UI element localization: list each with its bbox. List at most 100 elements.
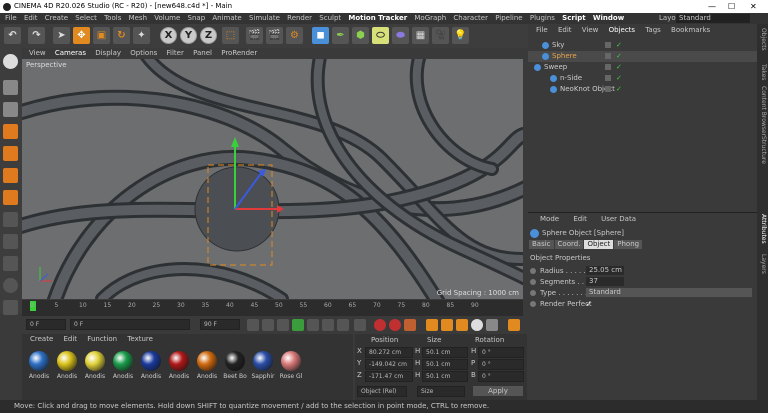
enable-axis-icon[interactable] — [3, 212, 18, 227]
right-tab-objects[interactable]: Objects — [758, 28, 767, 51]
object-list-item[interactable]: Sweep ✓ — [528, 62, 757, 73]
enabled-check-icon[interactable]: ✓ — [616, 51, 622, 62]
light-icon[interactable]: 💡 — [452, 27, 469, 44]
keyframe-selection-icon[interactable] — [404, 319, 416, 331]
right-tab-attributes[interactable]: Attributes — [758, 214, 767, 244]
loop-icon[interactable] — [354, 319, 366, 331]
model-mode-icon[interactable] — [3, 80, 18, 95]
menu-tools[interactable]: Tools — [104, 14, 121, 22]
menu-window[interactable]: Window — [593, 14, 624, 22]
scale-tool-icon[interactable]: ▣ — [93, 27, 110, 44]
material-swatch[interactable]: Rose Gl — [278, 351, 304, 385]
size-field[interactable]: 50.1 cm — [422, 347, 468, 358]
render-perfect-checkbox[interactable]: ✓ — [586, 299, 592, 309]
texture-mode-icon[interactable] — [3, 102, 18, 117]
object-menu-bookmarks[interactable]: Bookmarks — [671, 26, 710, 34]
rotate-tool-icon[interactable]: ↻ — [113, 27, 130, 44]
record-rotation-icon[interactable] — [456, 319, 468, 331]
object-menu-view[interactable]: View — [582, 26, 599, 34]
cube-primitive-icon[interactable]: ◼ — [312, 27, 329, 44]
previous-key-icon[interactable] — [262, 319, 274, 331]
object-menu-file[interactable]: File — [536, 26, 548, 34]
render-view-icon[interactable]: 🎬 — [246, 27, 263, 44]
render-settings-icon[interactable]: ⚙ — [286, 27, 303, 44]
subdivision-icon[interactable]: ⬢ — [352, 27, 369, 44]
object-menu-tags[interactable]: Tags — [645, 26, 661, 34]
scene-floor-icon[interactable]: ▦ — [412, 27, 429, 44]
object-menu-edit[interactable]: Edit — [558, 26, 572, 34]
material-swatch[interactable]: Anodis — [194, 351, 220, 385]
3d-viewport[interactable]: Perspective Grid Spacing : 1000 cm — [22, 59, 523, 299]
right-tab-structure[interactable]: Structure — [758, 136, 767, 164]
type-anim-dot[interactable] — [530, 290, 536, 296]
start-frame-field[interactable]: 0 F — [26, 319, 66, 330]
snapping-icon[interactable] — [3, 278, 18, 293]
render-perfect-anim-dot[interactable] — [530, 301, 536, 307]
visibility-toggle[interactable] — [605, 75, 611, 81]
viewport-menu-view[interactable]: View — [29, 49, 46, 57]
close-icon[interactable]: ✕ — [750, 0, 757, 13]
position-field[interactable]: -171.47 cm — [365, 371, 413, 382]
select-arrow-icon[interactable]: ➤ — [53, 27, 70, 44]
menu-animate[interactable]: Animate — [212, 14, 241, 22]
generator-icon[interactable]: ⬭ — [372, 27, 389, 44]
enabled-check-icon[interactable]: ✓ — [616, 40, 622, 51]
deformer-icon[interactable]: ⬬ — [392, 27, 409, 44]
rotation-field[interactable]: 0 ° — [478, 359, 524, 370]
points-mode-icon[interactable] — [3, 146, 18, 161]
menu-snap[interactable]: Snap — [188, 14, 206, 22]
menu-sculpt[interactable]: Sculpt — [319, 14, 341, 22]
material-swatch[interactable]: Anodis — [82, 351, 108, 385]
object-list-item[interactable]: Sky ✓ — [528, 40, 757, 51]
object-list-item[interactable]: NeoKnot Object ✓ — [528, 84, 757, 95]
menu-mesh[interactable]: Mesh — [129, 14, 147, 22]
layout-select[interactable]: Standard — [676, 14, 750, 23]
previous-frame-icon[interactable] — [277, 319, 289, 331]
material-swatch[interactable]: Anodis — [110, 351, 136, 385]
menu-file[interactable]: File — [5, 14, 17, 22]
material-swatch[interactable]: Anodis — [26, 351, 52, 385]
tab-basic[interactable]: Basic — [529, 240, 554, 249]
rotation-field[interactable]: 0 ° — [478, 347, 524, 358]
viewport-menu-panel[interactable]: Panel — [193, 49, 212, 57]
material-menu-function[interactable]: Function — [87, 335, 117, 343]
radius-field[interactable]: 25.05 cm — [586, 266, 624, 275]
timeline-window-icon[interactable] — [508, 319, 520, 331]
size-field[interactable]: 50.1 cm — [422, 371, 468, 382]
viewport-menu-cameras[interactable]: Cameras — [55, 49, 86, 57]
coordinate-mode-select[interactable]: Object (Rel) — [357, 386, 407, 397]
viewport-menu-display[interactable]: Display — [95, 49, 121, 57]
tab-object[interactable]: Object — [584, 240, 614, 249]
menu-simulate[interactable]: Simulate — [249, 14, 280, 22]
position-field[interactable]: 80.272 cm — [365, 347, 413, 358]
rotation-field[interactable]: 0 ° — [478, 371, 524, 382]
minimize-icon[interactable]: — — [708, 0, 716, 13]
material-menu-create[interactable]: Create — [30, 335, 53, 343]
type-select[interactable]: Standard — [586, 288, 752, 297]
visibility-toggle[interactable] — [605, 86, 611, 92]
tweak-mode-icon[interactable] — [3, 234, 18, 249]
render-picture-viewer-icon[interactable]: 🎬 — [266, 27, 283, 44]
recent-tools-icon[interactable]: ✦ — [133, 27, 150, 44]
right-tab-layers[interactable]: Layers — [758, 254, 767, 274]
redo-icon[interactable]: ↷ — [28, 27, 45, 44]
menu-plugins[interactable]: Plugins — [530, 14, 555, 22]
play-icon[interactable] — [292, 319, 304, 331]
visibility-toggle[interactable] — [605, 64, 611, 70]
next-key-icon[interactable] — [322, 319, 334, 331]
camera-icon[interactable]: 🎥 — [432, 27, 449, 44]
size-field[interactable]: 50.1 cm — [422, 359, 468, 370]
menu-motion-tracker[interactable]: Motion Tracker — [348, 14, 407, 22]
viewport-menu-filter[interactable]: Filter — [167, 49, 184, 57]
material-swatch[interactable]: Anodis — [54, 351, 80, 385]
tab-phong[interactable]: Phong — [614, 240, 643, 249]
segments-field[interactable]: 37 — [586, 277, 624, 286]
menu-character[interactable]: Character — [453, 14, 488, 22]
workplane-icon[interactable] — [3, 124, 18, 139]
enabled-check-icon[interactable]: ✓ — [616, 62, 622, 73]
object-list-item[interactable]: Sphere ✓ — [528, 51, 757, 62]
attribute-menu-mode[interactable]: Mode — [540, 215, 559, 223]
attribute-menu-user-data[interactable]: User Data — [601, 215, 636, 223]
material-swatch[interactable]: Anodis — [166, 351, 192, 385]
menu-volume[interactable]: Volume — [154, 14, 180, 22]
